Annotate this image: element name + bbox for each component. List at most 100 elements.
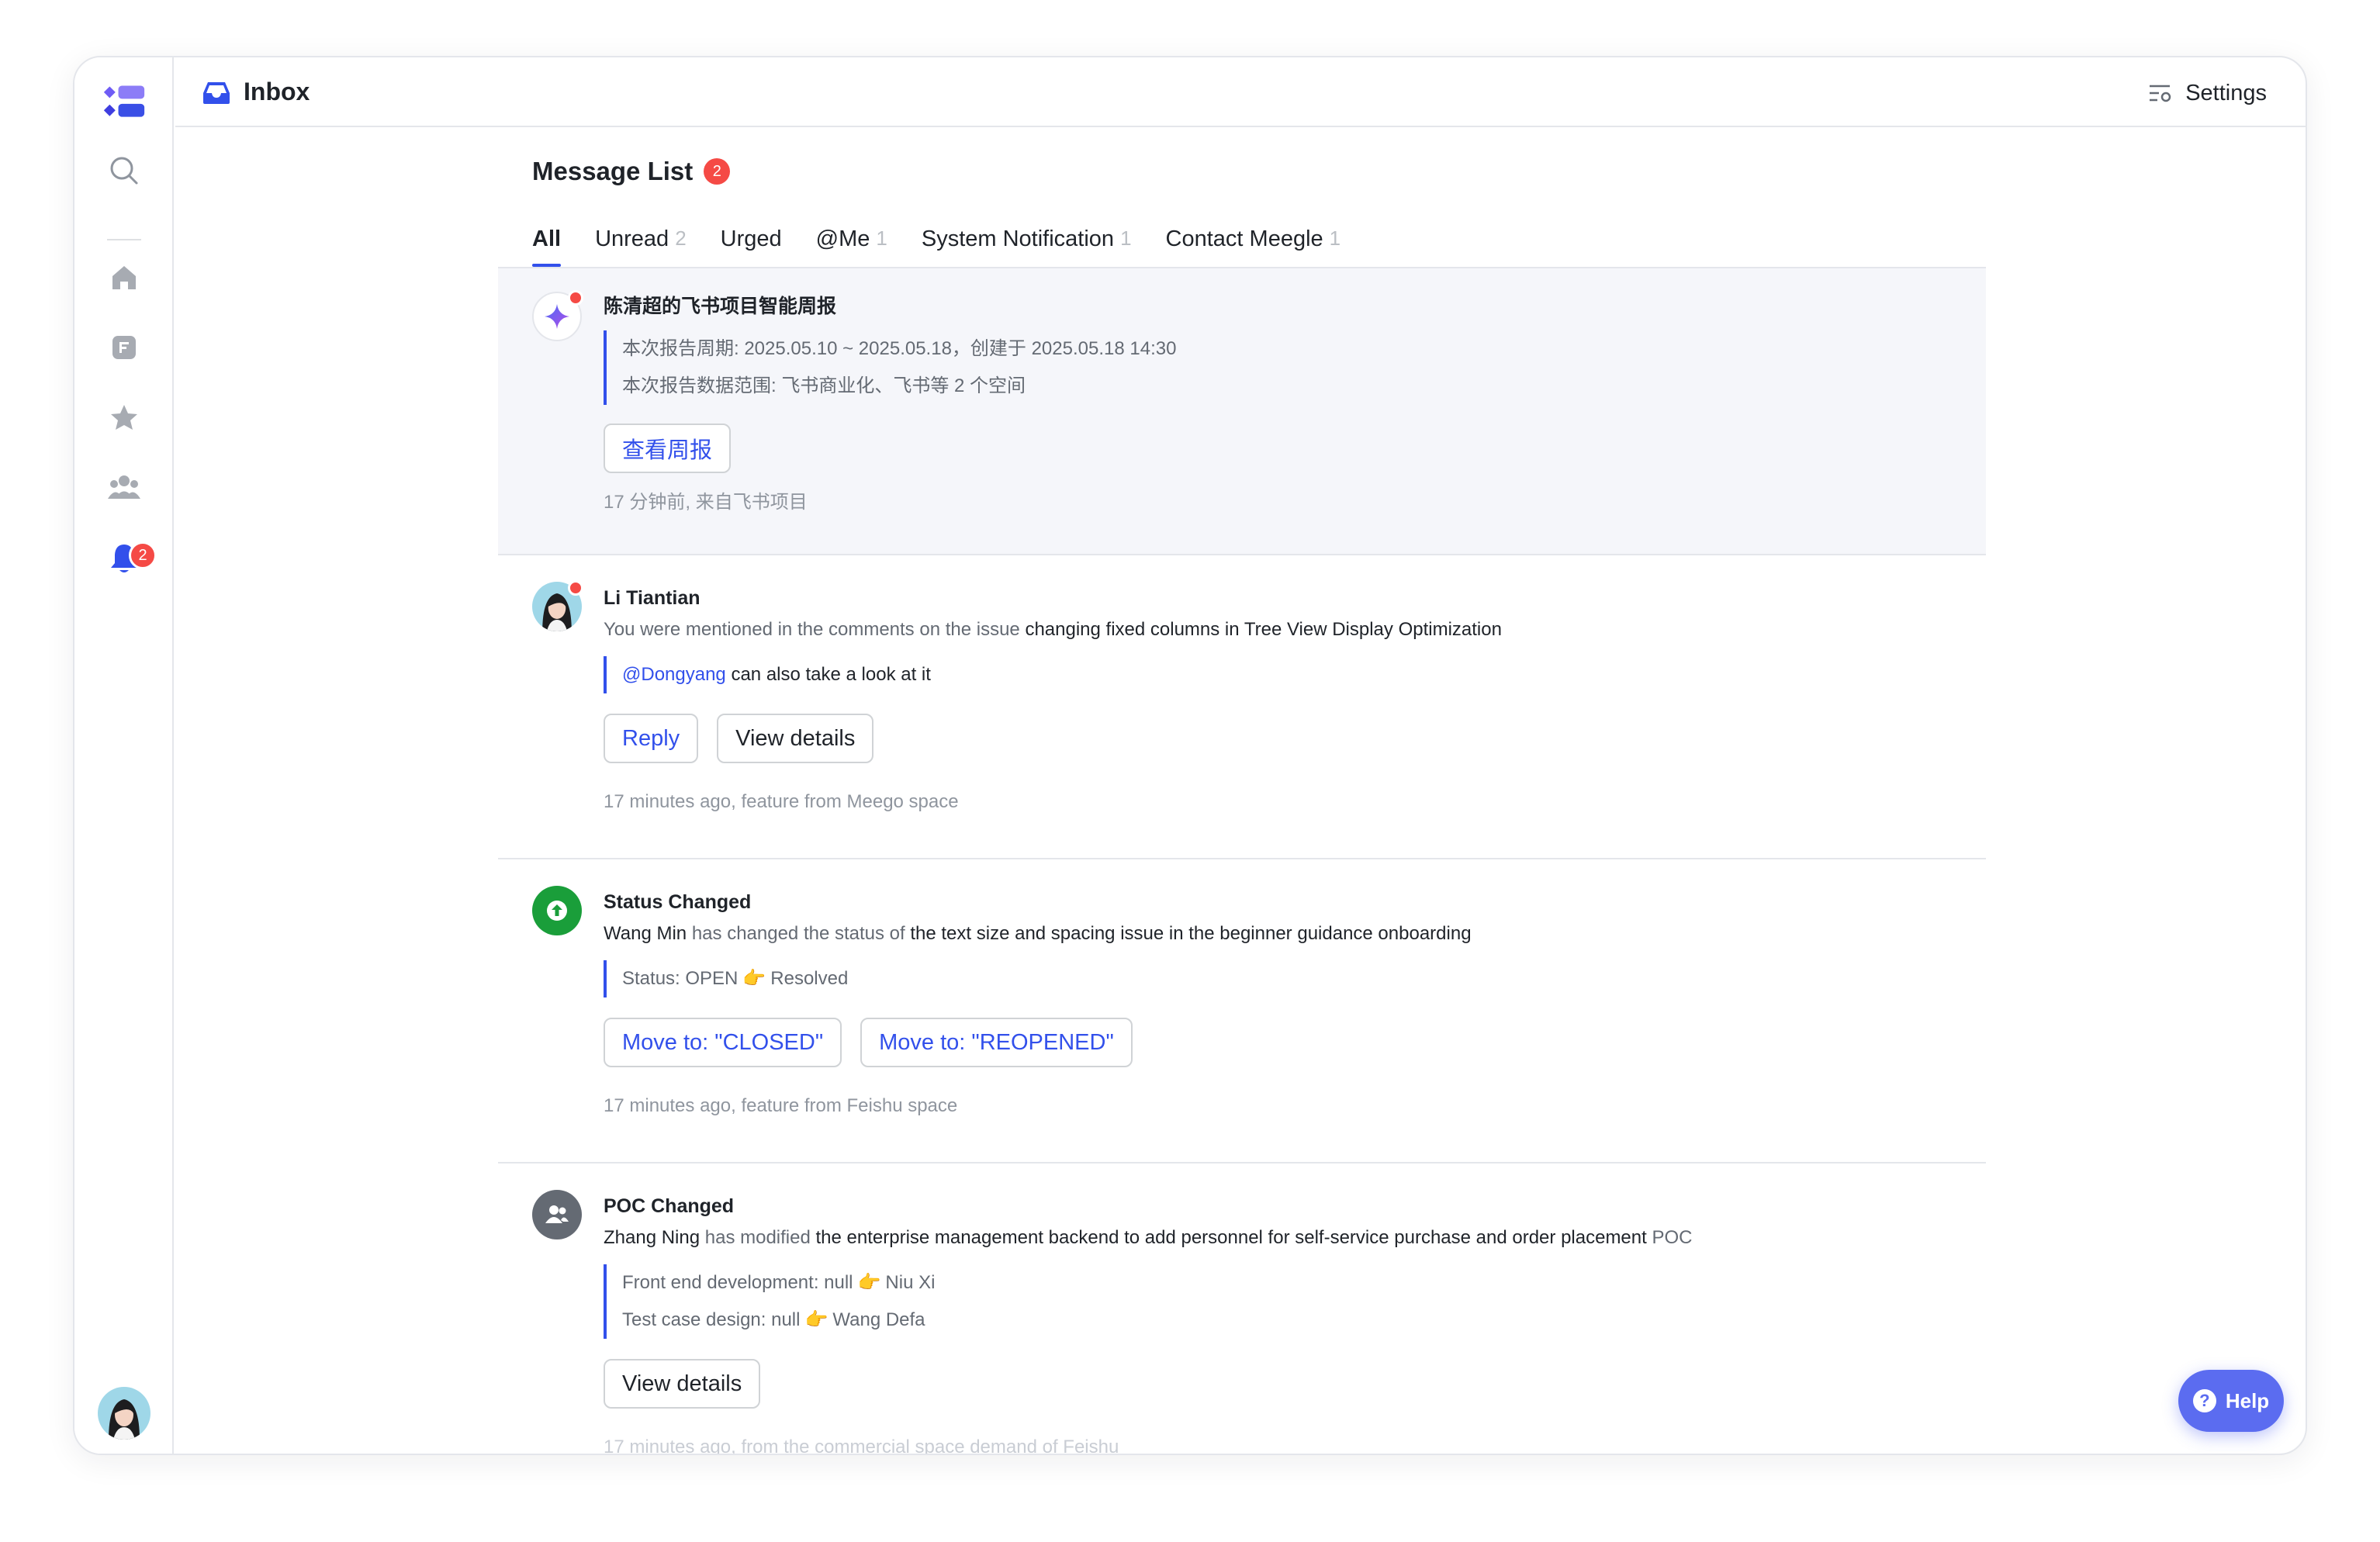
status-avatar: [532, 886, 582, 935]
message-content: Status Changed Wang Min has changed the …: [604, 889, 1955, 1118]
message-actions: Reply View details: [604, 714, 1955, 763]
change-to: Niu Xi: [885, 1272, 936, 1293]
tab-count: 2: [675, 226, 687, 250]
reply-button[interactable]: Reply: [604, 714, 699, 763]
tab-label: Urged: [720, 226, 782, 251]
settings-label: Settings: [2185, 80, 2267, 105]
change-from: Test case design: null: [622, 1309, 801, 1330]
message-content: POC Changed Zhang Ning has modified the …: [604, 1193, 1955, 1454]
move-to-closed-button[interactable]: Move to: "CLOSED": [604, 1018, 842, 1067]
issue-link[interactable]: the text size and spacing issue in the b…: [910, 923, 1471, 944]
message-content: 陈清超的飞书项目智能周报 本次报告周期: 2025.05.10 ~ 2025.0…: [604, 293, 1955, 515]
message-actions: View details: [604, 1359, 1955, 1409]
message-list-header: Message List 2: [532, 157, 731, 186]
message-quote: Front end development: null 👉 Niu Xi Test …: [604, 1264, 1955, 1339]
sidebar-item-favorites[interactable]: [102, 396, 146, 439]
pointing-hand-icon: 👉: [857, 1272, 881, 1293]
tab-label: System Notification: [921, 226, 1115, 251]
pointing-hand-icon: 👉: [804, 1309, 829, 1330]
inbox-icon: [203, 82, 230, 104]
move-to-reopened-button[interactable]: Move to: "REOPENED": [860, 1018, 1133, 1067]
settings-button[interactable]: Settings: [2148, 76, 2267, 110]
arrow-up-circle-icon: [547, 901, 567, 921]
list-item[interactable]: 陈清超的飞书项目智能周报 本次报告周期: 2025.05.10 ~ 2025.0…: [498, 268, 1986, 555]
message-text: Wang Min has changed the status of the t…: [604, 915, 1955, 953]
message-meta: 17 minutes ago, feature from Meego space: [604, 791, 959, 812]
pointing-hand-icon: 👉: [742, 968, 766, 989]
tab-count: 1: [1329, 226, 1341, 250]
sidebar-divider: [107, 239, 141, 240]
list-item[interactable]: Status Changed Wang Min has changed the …: [498, 859, 1986, 1163]
tab-unread[interactable]: Unread 2: [595, 226, 687, 267]
message-list-title: Message List: [532, 157, 694, 185]
message-quote: Status: OPEN 👉 Resolved: [604, 960, 1955, 997]
tab-count: 1: [1120, 226, 1132, 250]
app-logo[interactable]: [102, 81, 146, 124]
issue-link[interactable]: the enterprise management backend to add…: [816, 1227, 1647, 1248]
star-icon: [111, 405, 137, 430]
tab-system-notification[interactable]: System Notification 1: [922, 226, 1132, 267]
message-list: 陈清超的飞书项目智能周报 本次报告周期: 2025.05.10 ~ 2025.0…: [498, 268, 1986, 1454]
actor-name: Zhang Ning: [604, 1227, 701, 1248]
message-quote: 本次报告周期: 2025.05.10 ~ 2025.05.18，创建于 2025…: [604, 330, 1955, 405]
notification-badge: 2: [129, 541, 157, 569]
list-item[interactable]: POC Changed Zhang Ning has modified the …: [498, 1163, 1986, 1454]
list-item[interactable]: Li Tiantian You were mentioned in the co…: [498, 555, 1986, 859]
text-mid: has modified: [700, 1227, 816, 1248]
message-sender: Status Changed: [604, 891, 752, 913]
text-mid: has changed the status of: [687, 923, 911, 944]
quote-line: 本次报告周期: 2025.05.10 ~ 2025.05.18，创建于 2025…: [622, 338, 1177, 359]
tab-all[interactable]: All: [532, 226, 562, 267]
logo-icon: [103, 85, 145, 117]
text-suffix: POC: [1646, 1227, 1693, 1248]
tab-label: Unread: [595, 226, 669, 251]
actor-name: Wang Min: [604, 923, 687, 944]
sidebar-item-team[interactable]: [102, 465, 146, 509]
settings-icon: [2150, 85, 2171, 102]
quote-text: can also take a look at it: [725, 664, 931, 685]
sidebar-item-docs[interactable]: [102, 326, 146, 369]
tab-urged[interactable]: Urged: [721, 226, 782, 267]
sparkle-icon: [545, 304, 569, 329]
user-avatar[interactable]: [98, 1387, 150, 1440]
message-actions: 查看周报: [604, 424, 1955, 473]
tab-at-me[interactable]: @Me 1: [816, 226, 887, 267]
mention-link[interactable]: @Dongyang: [622, 664, 726, 685]
tab-contact-meegle[interactable]: Contact Meegle 1: [1166, 226, 1341, 267]
page-title: Inbox: [244, 78, 310, 105]
unread-dot: [568, 580, 583, 596]
view-details-button[interactable]: View details: [717, 714, 874, 763]
issue-link[interactable]: changing fixed columns in Tree View Disp…: [1025, 619, 1502, 640]
text-prefix: You were mentioned in the comments on th…: [604, 619, 1026, 640]
message-text: Zhang Ning has modified the enterprise m…: [604, 1219, 1955, 1257]
team-icon: [108, 475, 140, 499]
message-quote: @Dongyang can also take a look at it: [604, 656, 1955, 693]
message-meta: 17 minutes ago, feature from Feishu spac…: [604, 1095, 958, 1116]
message-sender: POC Changed: [604, 1195, 735, 1217]
view-details-button[interactable]: View details: [604, 1359, 761, 1409]
message-actions: Move to: "CLOSED" Move to: "REOPENED": [604, 1018, 1955, 1067]
sidebar-item-home[interactable]: [102, 256, 146, 299]
main-content: Message List 2 All Unread 2 Urged @Me 1 …: [175, 129, 2306, 1454]
question-icon: ?: [2192, 1389, 2216, 1412]
tab-label: @Me: [815, 226, 870, 251]
sidebar: 2: [74, 57, 174, 1454]
change-to: Wang Defa: [832, 1309, 925, 1330]
view-report-button[interactable]: 查看周报: [604, 424, 732, 473]
quote-line: 本次报告数据范围: 飞书商业化、飞书等 2 个空间: [622, 375, 1026, 396]
message-sender: Li Tiantian: [604, 587, 701, 609]
help-label: Help: [2225, 1388, 2270, 1412]
tab-count: 1: [876, 226, 887, 250]
tabs: All Unread 2 Urged @Me 1 System Notifica…: [532, 226, 1340, 267]
unread-dot: [568, 290, 583, 306]
poc-avatar: [532, 1190, 582, 1239]
document-icon: [112, 336, 136, 359]
app-window: 2 Inbox Settings Message List 2 All Unre…: [73, 56, 2307, 1455]
home-icon: [112, 266, 136, 289]
message-text: You were mentioned in the comments on th…: [604, 611, 1955, 648]
sidebar-search[interactable]: [102, 149, 146, 192]
status-to: Resolved: [770, 968, 849, 989]
help-button[interactable]: ? Help: [2178, 1370, 2284, 1432]
topbar: Inbox Settings: [175, 57, 2306, 127]
message-sender: 陈清超的飞书项目智能周报: [604, 296, 837, 317]
